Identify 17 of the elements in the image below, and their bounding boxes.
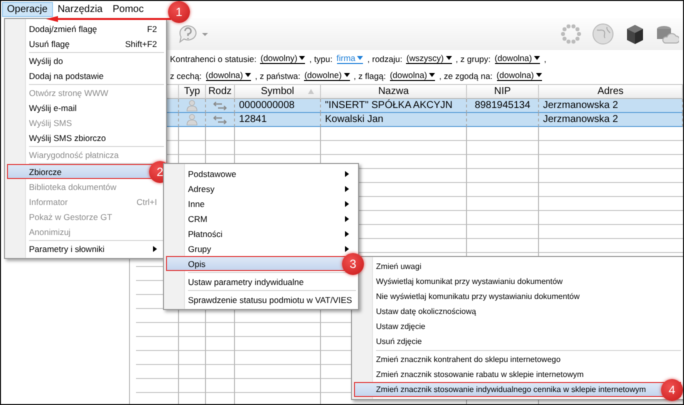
table-cell: Kowalski Jan	[321, 113, 467, 127]
table-cell: 0000000008	[235, 99, 321, 113]
filter-label: , typu:	[309, 54, 332, 64]
filter-label: ,	[544, 54, 546, 64]
filter-label: , z flagą:	[354, 70, 386, 80]
table-cell: 12841	[235, 113, 321, 127]
table-cell: Jerzmanowska 2	[539, 99, 683, 113]
filter-label: Kontrahenci o statusie:	[170, 54, 256, 64]
filter-label: , ze zgodą na:	[439, 70, 493, 80]
filter-label: , z grupy:	[456, 54, 491, 64]
table-cell: "INSERT" SPÓŁKA AKCYJN	[321, 99, 467, 113]
filter-label: z cechą:	[170, 70, 202, 80]
table-cell: 8981945134	[467, 99, 539, 113]
table-cell: Jerzmanowska 2	[539, 113, 683, 127]
filter-label: , rodzaju:	[367, 54, 402, 64]
callout-badge: 4	[661, 378, 683, 400]
filter-label: , z państwa:	[254, 70, 300, 80]
